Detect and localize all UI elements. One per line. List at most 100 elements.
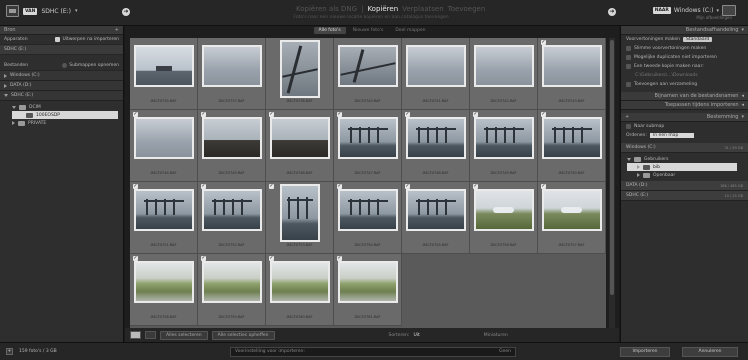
apply-during-import-header[interactable]: Toepassen tijdens importeren ◂	[621, 101, 748, 110]
photo-cell[interactable]: ✓ DSCF0755.RAF	[402, 182, 470, 254]
dest-folder-bib[interactable]: bib	[627, 163, 737, 171]
mode-tab-move[interactable]: Verplaatsen	[402, 5, 444, 13]
second-copy-checkbox[interactable]	[626, 64, 631, 69]
photo-thumbnail[interactable]	[134, 189, 194, 231]
photo-cell[interactable]: DSCF0741.RAF	[402, 38, 470, 110]
dest-folder-users[interactable]: Gebruikers	[627, 155, 748, 163]
mode-tab-copy-dng[interactable]: Kopiëren als DNG	[296, 5, 357, 13]
dest-folder-public[interactable]: Openbaar	[627, 171, 748, 179]
photo-thumbnail[interactable]	[474, 45, 534, 87]
photo-thumbnail[interactable]	[406, 189, 466, 231]
photo-thumbnail[interactable]	[338, 117, 398, 159]
mode-tab-add[interactable]: Toevoegen	[448, 5, 486, 13]
photo-thumbnail[interactable]	[270, 117, 330, 159]
source-panel-header[interactable]: Bron +	[0, 26, 123, 35]
photo-cell[interactable]: ✓ DSCF0761.RAF	[334, 254, 402, 326]
photo-cell[interactable]: ✓ DSCF0745.RAF	[198, 110, 266, 182]
dest-volume-windows[interactable]: Windows (C:) 31 / 59 GB	[621, 143, 748, 153]
uncheck-all-button[interactable]: Alle selecties opheffen	[211, 330, 275, 340]
build-previews-select[interactable]: Standaard	[682, 37, 713, 42]
photo-checkbox[interactable]: ✓	[269, 184, 274, 189]
photo-cell[interactable]: ✓ DSCF0746.RAF	[266, 110, 334, 182]
photo-thumbnail[interactable]	[542, 117, 602, 159]
photo-thumbnail[interactable]	[202, 189, 262, 231]
photo-thumbnail[interactable]	[202, 45, 262, 87]
cancel-button[interactable]: Annuleren	[682, 346, 738, 357]
expand-icon[interactable]: +	[6, 348, 13, 355]
dest-volume-data[interactable]: DATA (D:) 186 / 465 GB	[621, 181, 748, 191]
loupe-view-button[interactable]	[145, 331, 156, 339]
photo-cell[interactable]: ✓ DSCF0754.RAF	[334, 182, 402, 254]
grid-view-button[interactable]	[130, 331, 141, 339]
plus-icon[interactable]: +	[625, 114, 629, 120]
add-collection-checkbox[interactable]	[626, 82, 631, 87]
photo-cell[interactable]: ✓ DSCF0757.RAF	[538, 182, 606, 254]
scrollbar-thumb[interactable]	[610, 40, 614, 295]
photo-thumbnail[interactable]	[542, 45, 602, 87]
rename-header[interactable]: Bijnamen van de bestandsnamen ◂	[621, 92, 748, 101]
folder-private[interactable]: PRIVATE	[0, 119, 123, 127]
photo-cell[interactable]: ✓ DSCF0749.RAF	[470, 110, 538, 182]
photo-cell[interactable]: ✓ DSCF0753.RAF	[266, 182, 334, 254]
subfolders-toggle[interactable]	[62, 63, 68, 68]
photo-cell[interactable]: ✓ DSCF0743.RAF	[538, 38, 606, 110]
source-selector[interactable]: VAN SDHC (E:) ▾	[6, 5, 77, 17]
photo-cell[interactable]: DSCF0738.RAF	[266, 38, 334, 110]
photo-thumbnail[interactable]	[280, 184, 320, 242]
filter-all-photos[interactable]: Alle foto's	[313, 27, 346, 34]
photo-thumbnail[interactable]	[338, 45, 398, 87]
into-subfolder-checkbox[interactable]	[626, 124, 631, 129]
photo-cell[interactable]: ✓ DSCF0750.RAF	[538, 110, 606, 182]
import-preset-select[interactable]: Voorinstelling voor importeren: Geen	[230, 346, 516, 357]
photo-cell[interactable]: ✓ DSCF0760.RAF	[266, 254, 334, 326]
second-copy-path[interactable]: C:\Gebruikers\...\Downloads	[621, 71, 748, 80]
photo-thumbnail[interactable]	[474, 189, 534, 231]
photo-cell[interactable]: ✓ DSCF0748.RAF	[402, 110, 470, 182]
photo-cell[interactable]: DSCF0737.RAF	[198, 38, 266, 110]
destination-header[interactable]: + Bestemming ▾	[621, 113, 748, 122]
photo-cell[interactable]: ✓ DSCF0751.RAF	[130, 182, 198, 254]
photo-thumbnail[interactable]	[280, 40, 320, 98]
photo-cell[interactable]: ✓ DSCF0759.RAF	[198, 254, 266, 326]
grid-scrollbar[interactable]	[609, 38, 615, 328]
filter-destination-folders[interactable]: Doel mappen	[390, 27, 430, 34]
photo-thumbnail[interactable]	[406, 117, 466, 159]
photo-cell[interactable]: ✓ DSCF0758.RAF	[130, 254, 198, 326]
photo-thumbnail[interactable]	[338, 189, 398, 231]
photo-thumbnail[interactable]	[270, 261, 330, 303]
volume-sdhc[interactable]: SDHC (E:)	[0, 91, 123, 101]
device-row[interactable]: SDHC (E:)	[0, 45, 123, 55]
no-duplicates-checkbox[interactable]	[626, 55, 631, 60]
eject-checkbox[interactable]	[55, 37, 61, 42]
photo-thumbnail[interactable]	[202, 117, 262, 159]
photo-thumbnail[interactable]	[202, 261, 262, 303]
photo-cell[interactable]: DSCF0742.RAF	[470, 38, 538, 110]
photo-cell[interactable]: ✓ DSCF0747.RAF	[334, 110, 402, 182]
check-all-button[interactable]: Alles selecteren	[160, 330, 208, 340]
plus-icon[interactable]: +	[115, 27, 119, 33]
photo-cell[interactable]: ✓ DSCF0752.RAF	[198, 182, 266, 254]
photo-thumbnail[interactable]	[134, 117, 194, 159]
volume-windows[interactable]: Windows (C:)	[0, 71, 123, 81]
photo-thumbnail[interactable]	[542, 189, 602, 231]
folder-dcim[interactable]: DCIM	[0, 103, 123, 111]
photo-thumbnail[interactable]	[474, 117, 534, 159]
filter-new-photos[interactable]: Nieuwe foto's	[348, 27, 389, 34]
import-button[interactable]: Importeren	[620, 346, 670, 357]
photo-thumbnail[interactable]	[338, 261, 398, 303]
photo-cell[interactable]: ✓ DSCF0756.RAF	[470, 182, 538, 254]
photo-thumbnail[interactable]	[134, 261, 194, 303]
file-handling-header[interactable]: Bestandsafhandeling ▾	[621, 26, 748, 35]
volume-data[interactable]: DATA (D:)	[0, 81, 123, 91]
thumbnail-size-slider[interactable]: Miniaturen	[484, 333, 508, 338]
folder-100eosdp[interactable]: 100EOSDP	[12, 111, 118, 119]
photo-thumbnail[interactable]	[134, 45, 194, 87]
photo-cell[interactable]: ✓ DSCF0744.RAF	[130, 110, 198, 182]
mode-tab-copy[interactable]: Kopiëren	[367, 5, 398, 13]
photo-cell[interactable]: DSCF0740.RAF	[334, 38, 402, 110]
photo-thumbnail[interactable]	[406, 45, 466, 87]
organize-select[interactable]: In één map	[649, 133, 694, 138]
dest-volume-sdhc[interactable]: SDHC (E:) 10 / 15 GB	[621, 191, 748, 201]
smart-previews-checkbox[interactable]	[626, 46, 631, 51]
photo-cell[interactable]: DSCF0735.RAF	[130, 38, 198, 110]
